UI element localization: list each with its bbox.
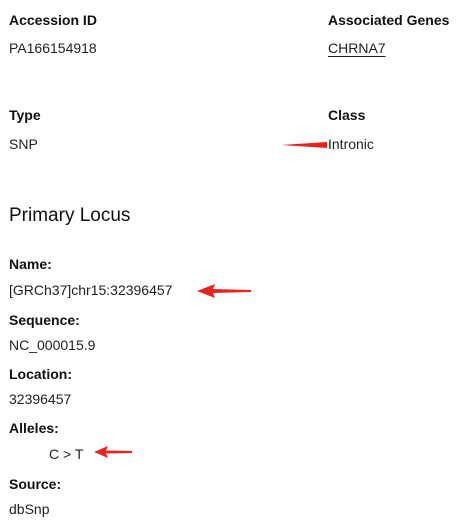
- alleles-label: Alleles:: [9, 420, 59, 436]
- location-label: Location:: [9, 366, 72, 382]
- accession-id-label: Accession ID: [9, 12, 97, 28]
- sequence-value: NC_000015.9: [9, 337, 96, 353]
- red-arrow-icon: [197, 283, 251, 299]
- sequence-label: Sequence:: [9, 312, 80, 328]
- source-label: Source:: [9, 476, 62, 492]
- accession-id-value: PA166154918: [9, 40, 97, 56]
- associated-genes-label: Associated Genes: [328, 12, 450, 28]
- associated-gene-link[interactable]: CHRNA7: [328, 40, 386, 56]
- class-value: Intronic: [328, 136, 374, 152]
- location-value: 32396457: [9, 391, 72, 407]
- type-value: SNP: [9, 136, 38, 152]
- name-value: [GRCh37]chr15:32396457: [9, 282, 173, 298]
- source-value: dbSnp: [9, 501, 50, 517]
- type-label: Type: [9, 107, 41, 123]
- primary-locus-heading: Primary Locus: [9, 205, 131, 226]
- name-label: Name:: [9, 256, 52, 272]
- alleles-value: C > T: [49, 446, 84, 462]
- red-arrow-icon: [281, 138, 327, 152]
- red-arrow-icon: [94, 445, 132, 459]
- class-label: Class: [328, 107, 366, 123]
